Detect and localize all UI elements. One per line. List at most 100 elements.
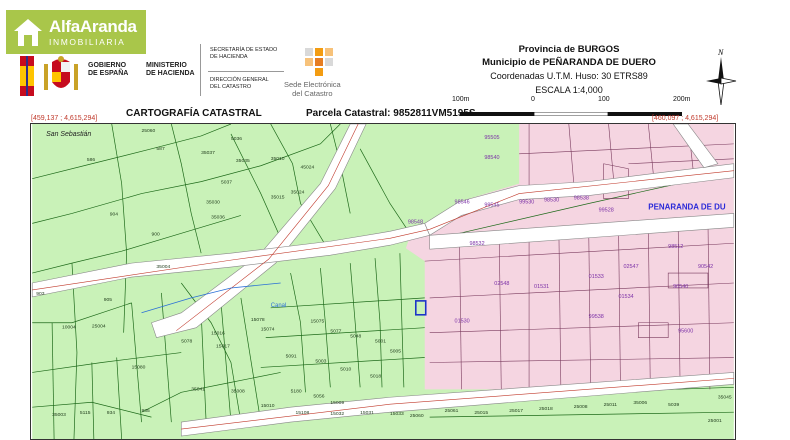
rural-parcel-label: 5078 (181, 339, 192, 345)
parcela-title: Parcela Catastral: 9852811VM5195S (306, 108, 476, 119)
rural-parcel-label: 15010 (261, 403, 275, 409)
urban-parcel-label: 01531 (534, 284, 549, 290)
urban-parcel-label: 99538 (589, 314, 604, 320)
rural-parcel-label: 586 (87, 157, 96, 163)
rural-parcel-label: 25061 (445, 408, 459, 414)
rural-parcel-label: 25004 (92, 324, 106, 330)
secretaria-label: SECRETARÍA DE ESTADO DE HACIENDA (210, 47, 278, 60)
rural-parcel-label: 15080 (132, 364, 146, 370)
rural-parcel-label: 35004 (156, 264, 170, 270)
rural-parcel-label: 15017 (216, 344, 230, 350)
rural-parcel-label: 35041 (191, 386, 205, 392)
rural-parcel-label: 15031 (360, 410, 374, 416)
spain-coat-of-arms-icon (42, 56, 80, 96)
rural-parcel-label: 35015 (271, 195, 285, 201)
rural-parcel-label: 5039 (668, 402, 679, 408)
spain-flag-bar (20, 56, 34, 96)
urban-parcel-label: 95600 (678, 329, 693, 335)
rural-parcel-label: 5018 (370, 373, 381, 379)
rural-parcel-label: 35003 (52, 412, 66, 418)
urban-parcel-label: 99530 (519, 199, 534, 205)
rural-parcel-label: 15016 (211, 331, 225, 337)
rural-parcel-label: 5048 (350, 334, 361, 340)
urban-parcel-label: 01533 (589, 274, 604, 280)
rural-parcel-label: 5010 (340, 366, 351, 372)
urban-parcel-label: 99545 (484, 202, 499, 208)
rural-parcel-label: 35045 (718, 394, 732, 400)
rural-parcel-label: 25008 (574, 404, 588, 410)
scale-label-200m: 200m (673, 96, 691, 103)
rural-parcel-label: 35024 (291, 190, 305, 196)
urban-parcel-label: 99528 (599, 207, 614, 213)
rural-parcel-label: 15075 (310, 319, 324, 325)
rural-parcel-label: 35006 (633, 400, 647, 406)
rural-parcel-label: 15074 (261, 327, 275, 333)
rural-parcel-label: 25018 (539, 406, 553, 412)
rural-parcel-label: 15108 (296, 410, 310, 416)
rural-parcel-label: 35008 (231, 388, 245, 394)
scale-label-100m: 100m (452, 96, 470, 103)
urban-parcel-label: 98530 (544, 198, 559, 204)
coord-left: [459,137 ; 4,615,294] (31, 115, 98, 122)
rural-parcel-label: 5077 (330, 329, 341, 335)
urban-parcel-label: 98546 (455, 199, 470, 205)
provincia-title: Provincia de BURGOS (518, 44, 620, 55)
rural-parcel-label: 5001 (375, 339, 386, 345)
rural-parcel-label: 25060 (410, 413, 424, 419)
rural-parcel-label: 35035 (236, 158, 250, 164)
rural-parcel-label: 35030 (206, 199, 220, 205)
rural-parcel-label: 900 (151, 231, 160, 237)
urban-parcel-label: 90542 (698, 264, 713, 270)
rural-parcel-label: 904 (110, 211, 119, 217)
rural-parcel-label: 5036 (231, 136, 242, 142)
scale-text: ESCALA 1:4,000 (535, 85, 603, 95)
rural-parcel-label: 15078 (251, 317, 265, 323)
urban-parcel-label: 98538 (574, 196, 589, 202)
urban-parcel-label: 02547 (623, 264, 638, 270)
rural-parcel-label: 934 (107, 410, 116, 416)
scale-label-0: 0 (531, 96, 535, 103)
agency-tagline: INMOBILIARIA (49, 36, 126, 47)
rural-parcel-label: 5056 (313, 393, 324, 399)
urban-parcel-label: 98532 (469, 241, 484, 247)
rural-parcel-label: 5005 (390, 349, 401, 355)
scale-bar (460, 103, 682, 117)
house-icon (11, 15, 45, 49)
rural-parcel-label: 5003 (315, 358, 326, 364)
rural-parcel-label: 25060 (142, 128, 156, 134)
place-label: San Sebastián (46, 131, 91, 138)
coordinate-system: Coordenadas U.T.M. Huso: 30 ETRS89 (490, 71, 648, 81)
urban-parcel-label: 98540 (484, 155, 499, 161)
rural-parcel-label: 15009 (330, 400, 344, 406)
sede-catastro-icon (303, 46, 333, 76)
gobierno-label: GOBIERNO DE ESPAÑA (88, 62, 129, 77)
coord-right: [460,097 ; 4,615,294] (652, 115, 719, 122)
urban-parcel-label: 02548 (494, 281, 509, 287)
rural-parcel-label: 25001 (708, 418, 722, 424)
urban-parcel-label: 95505 (484, 135, 499, 141)
rural-parcel-label: 15032 (330, 411, 344, 417)
town-label: PENARANDA DE DU (648, 202, 726, 211)
north-label: N (717, 48, 724, 57)
urban-parcel-label: 98512 (668, 244, 683, 250)
cartografia-title: CARTOGRAFÍA CATASTRAL (126, 108, 262, 119)
direccion-label: DIRECCIÓN GENERAL DEL CATASTRO (210, 77, 269, 90)
rural-parcel-label: 35036 (211, 214, 225, 220)
rural-parcel-label: 935 (142, 408, 151, 414)
rural-parcel-label: 25011 (604, 402, 618, 408)
agency-logo: AlfaAranda INMOBILIARIA (6, 10, 146, 54)
rural-parcel-label: 25015 (474, 410, 488, 416)
rural-parcel-label: 15033 (390, 411, 404, 417)
rural-parcel-label: 25017 (509, 408, 523, 414)
rural-parcel-label: 905 (104, 297, 113, 303)
rural-parcel-label: 45024 (301, 165, 315, 171)
rural-parcel-label: 10004 (62, 325, 76, 331)
channel-label: Canal (271, 303, 287, 309)
rural-parcel-label: 5180 (291, 388, 302, 394)
rural-parcel-label: 5091 (286, 354, 297, 360)
cadastral-map[interactable]: 25060 586 587 35037 5036 35035 35010 45024 5037 3… (30, 123, 736, 440)
rural-parcel-label: 35037 (201, 150, 215, 156)
urban-parcel-label: 90540 (673, 284, 688, 290)
urban-parcel-label: 98548 (408, 219, 423, 225)
divider (200, 44, 201, 96)
